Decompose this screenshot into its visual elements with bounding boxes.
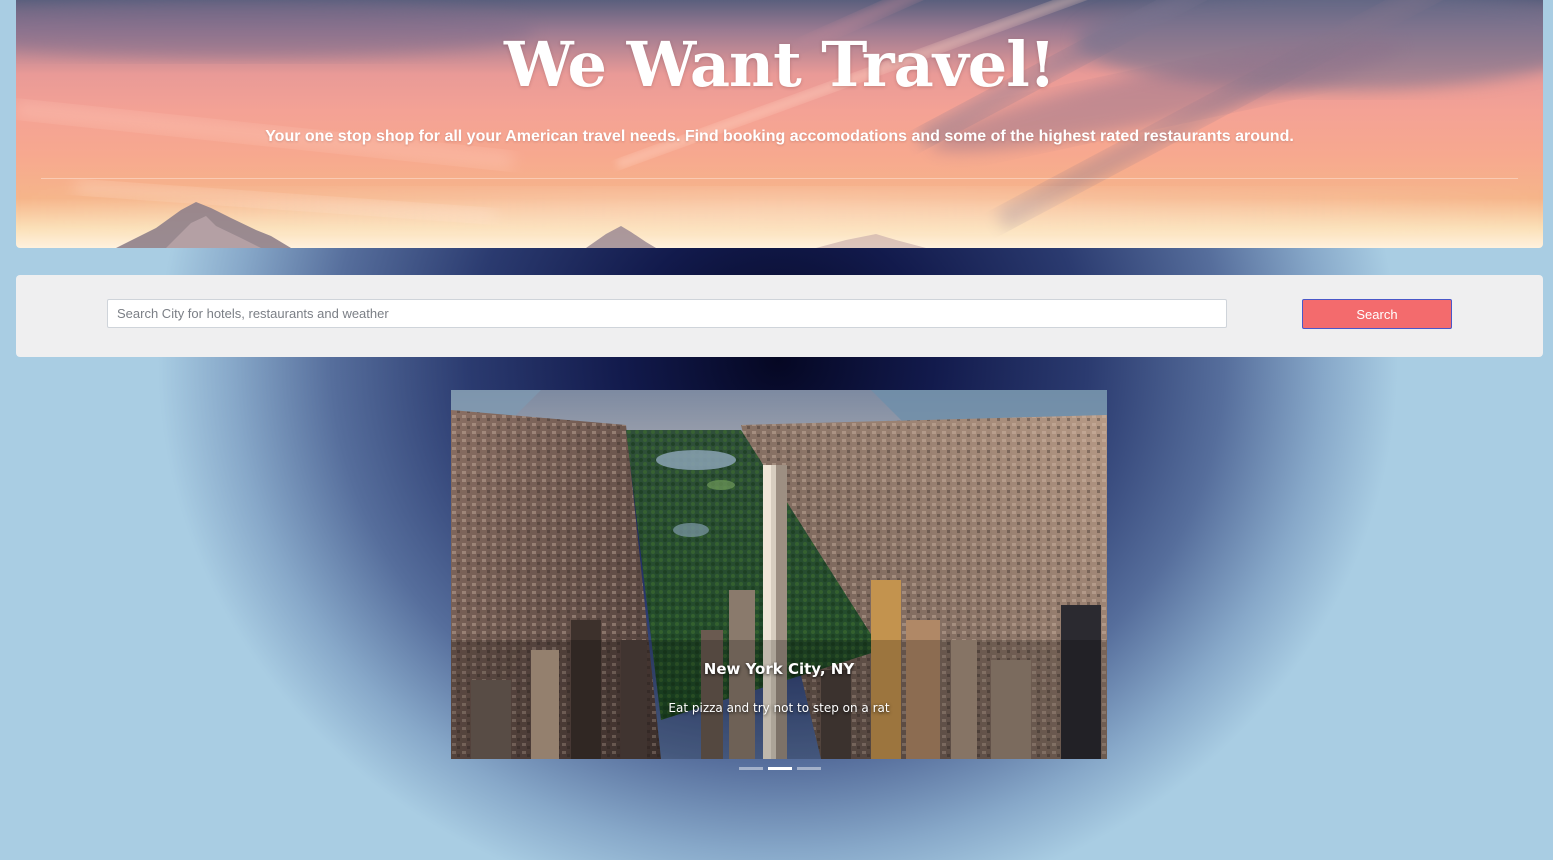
search-panel: Search [16, 275, 1543, 357]
carousel-indicators [739, 767, 821, 771]
slide-title: New York City, NY [703, 660, 855, 678]
hero-banner: We Want Travel! Your one stop shop for a… [16, 0, 1543, 248]
page-title: We Want Travel! [503, 28, 1056, 101]
carousel-indicator-2[interactable] [768, 767, 792, 770]
city-carousel[interactable]: New York City, NY Eat pizza and try not … [451, 390, 1107, 759]
city-search-input[interactable] [107, 299, 1227, 328]
hero-divider [41, 178, 1518, 179]
carousel-indicator-3[interactable] [797, 767, 821, 770]
search-button[interactable]: Search [1302, 299, 1452, 329]
mountain-silhouette [116, 202, 926, 248]
carousel-caption: New York City, NY Eat pizza and try not … [451, 660, 1107, 715]
carousel-indicator-1[interactable] [739, 767, 763, 770]
hero-tagline: Your one stop shop for all your American… [265, 128, 1294, 145]
slide-caption: Eat pizza and try not to step on a rat [668, 701, 890, 715]
